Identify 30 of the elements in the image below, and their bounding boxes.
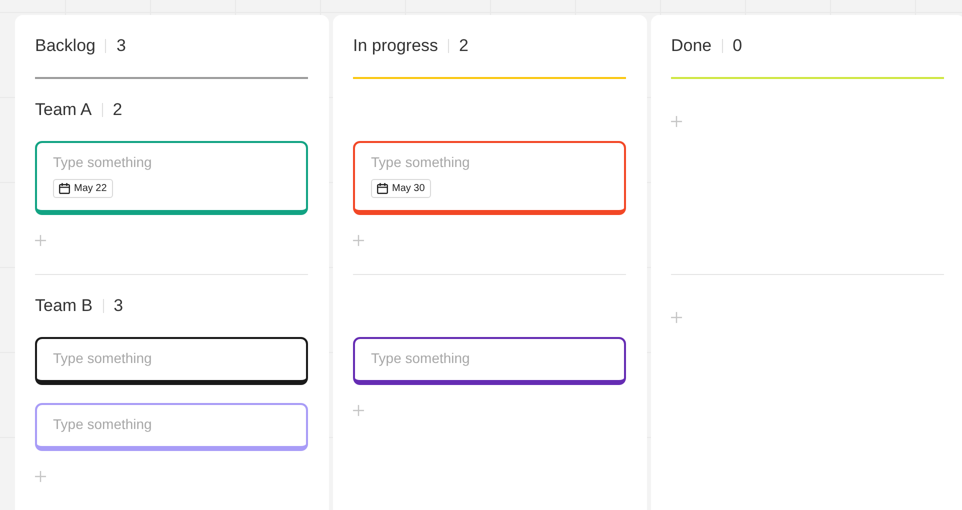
add-icon[interactable] [671, 116, 682, 127]
task-card[interactable]: Type something [35, 403, 308, 451]
add-icon[interactable] [35, 235, 46, 246]
card-text-field[interactable]: Type something [53, 416, 290, 435]
task-card[interactable]: Type something May 22 [35, 141, 308, 215]
column-title: In progress [353, 36, 438, 56]
lane-count: 2 [112, 100, 122, 120]
add-icon[interactable] [35, 471, 46, 482]
lane-title: Team B [35, 296, 93, 316]
task-card[interactable]: Type something [35, 337, 308, 385]
column-count: 2 [459, 36, 469, 56]
card-text-field[interactable]: Type something [53, 350, 290, 369]
column-count: 0 [732, 36, 742, 56]
task-card[interactable]: Type something [353, 337, 626, 385]
add-icon[interactable] [671, 312, 682, 323]
lane-title: Team A [35, 100, 92, 120]
card-text-field[interactable]: Type something [53, 154, 290, 173]
card-text-field[interactable]: Type something [371, 154, 608, 173]
calendar-icon [59, 183, 70, 194]
lane-count: 3 [114, 296, 124, 316]
column-title: Backlog [35, 36, 96, 56]
column-title: Done [671, 36, 712, 56]
add-icon[interactable] [353, 235, 364, 246]
column-count: 3 [116, 36, 126, 56]
due-date-badge[interactable]: May 22 [53, 179, 113, 198]
task-card[interactable]: Type something May 30 [353, 141, 626, 215]
due-date-badge[interactable]: May 30 [371, 179, 431, 198]
add-icon[interactable] [353, 405, 364, 416]
card-text-field[interactable]: Type something [371, 350, 608, 369]
calendar-icon [377, 183, 388, 194]
